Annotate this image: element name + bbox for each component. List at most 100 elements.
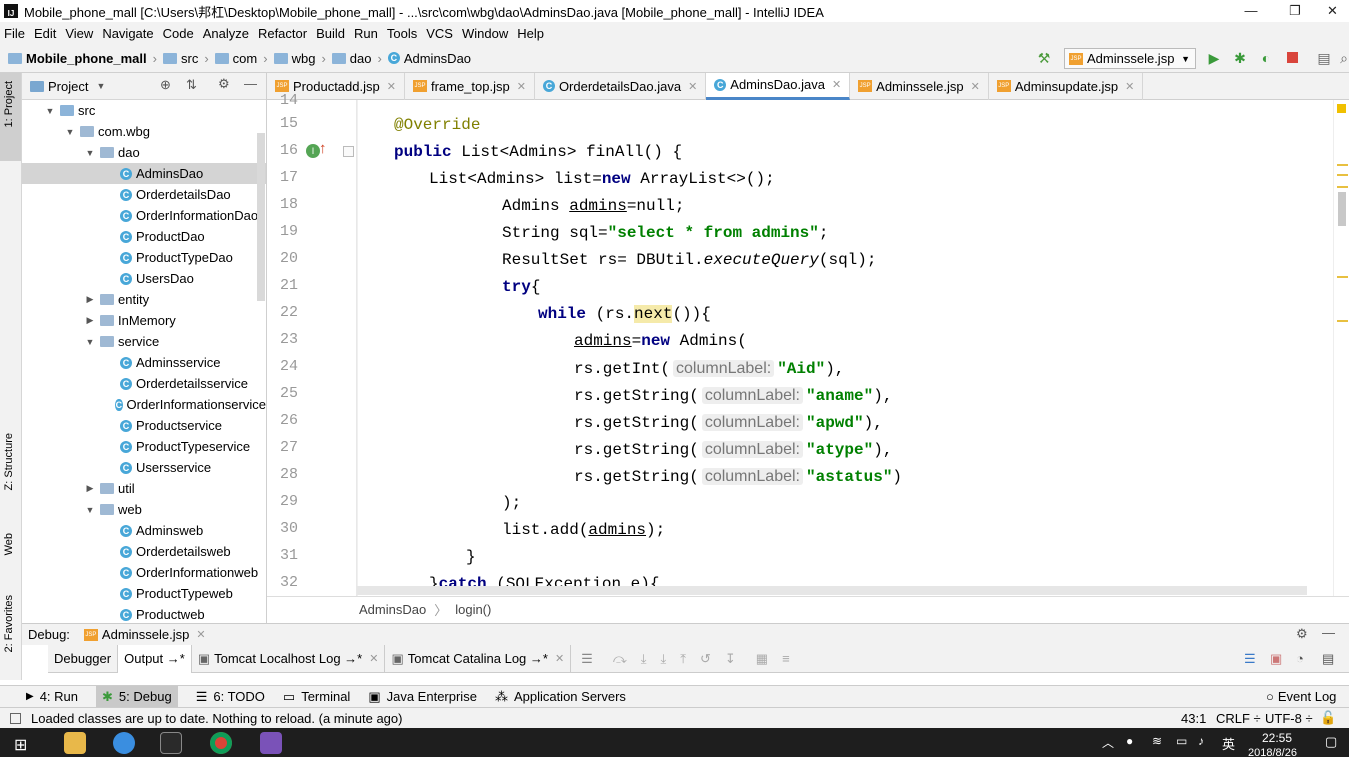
gear-icon[interactable]: ⚙ (1296, 626, 1308, 642)
breadcrumb-com[interactable]: com (214, 51, 257, 66)
evaluate-icon[interactable]: ▦ (756, 651, 768, 667)
tab-adminsdao-java[interactable]: C AdminsDao.java ✕ (706, 72, 851, 100)
application-servers-tool-button[interactable]: ⁂ Application Servers (495, 689, 626, 705)
stop-icon[interactable] (1284, 50, 1300, 66)
expanded-arrow-icon[interactable]: ▼ (84, 337, 96, 347)
close-tab-icon[interactable]: ✕ (1125, 80, 1134, 93)
tree-item[interactable]: C Adminsweb (22, 520, 266, 541)
file-encoding[interactable]: UTF-8 ÷ (1265, 711, 1313, 726)
chevron-up-icon[interactable]: ︿ (1102, 734, 1114, 751)
tree-item[interactable]: C Usersservice (22, 457, 266, 478)
collapsed-arrow-icon[interactable]: ▶ (84, 483, 96, 494)
tab-debugger[interactable]: Debugger (48, 644, 119, 673)
tree-item[interactable]: C OrderInformationservice (22, 394, 266, 415)
run-configuration-select[interactable]: JSP Adminssele.jsp ▼ (1064, 48, 1196, 69)
tree-item[interactable]: C ProductTypeweb (22, 583, 266, 604)
force-step-into-icon[interactable]: ⤓ (660, 651, 666, 667)
code-editor[interactable]: @Override public List<Admins> finAll() {… (357, 100, 1333, 596)
menu-analyze[interactable]: Analyze (203, 26, 249, 41)
event-log-button[interactable]: ○ Event Log (1266, 689, 1336, 704)
hide-panel-icon[interactable]: — (244, 76, 257, 91)
close-tab-icon[interactable]: ✕ (517, 80, 526, 93)
search-icon[interactable]: ⌕ (1339, 50, 1349, 66)
close-tab-icon[interactable]: ✕ (387, 80, 396, 93)
tree-item[interactable]: C Orderdetailsservice (22, 373, 266, 394)
menu-vcs[interactable]: VCS (426, 26, 453, 41)
tree-item[interactable]: C Productservice (22, 415, 266, 436)
breadcrumb-adminsdao[interactable]: C AdminsDao (387, 51, 471, 66)
settings-icon[interactable]: ▣ (1270, 651, 1282, 667)
override-arrow-icon[interactable]: ↑ (319, 140, 327, 157)
app-icon[interactable] (260, 732, 282, 754)
fold-icon[interactable] (343, 146, 354, 157)
tree-scrollbar[interactable] (257, 133, 265, 301)
favorites-tool-label[interactable]: 2: Favorites (3, 595, 15, 652)
browser-icon[interactable] (113, 732, 135, 754)
tab-frame-top-jsp[interactable]: JSP frame_top.jsp ✕ (405, 72, 535, 100)
horizontal-scrollbar[interactable] (357, 586, 1307, 595)
tree-item[interactable]: ▼ web (22, 499, 266, 520)
locate-target-icon[interactable]: ⊕ (160, 77, 171, 93)
trace-icon[interactable]: ≡ (782, 651, 790, 666)
collapse-all-icon[interactable]: ⇅ (186, 77, 197, 93)
tree-item[interactable]: C OrderInformationweb (22, 562, 266, 583)
hide-panel-icon[interactable]: — (1322, 625, 1335, 640)
expanded-arrow-icon[interactable]: ▼ (84, 148, 96, 158)
debug-bug-icon[interactable]: ✱ (1232, 50, 1248, 66)
step-out-icon[interactable]: ⤒ (680, 651, 686, 667)
tab-orderdetailsdao-java[interactable]: C OrderdetailsDao.java ✕ (535, 72, 707, 100)
cursor-position[interactable]: 43:1 (1181, 711, 1206, 726)
intellij-taskbar-icon[interactable] (160, 732, 182, 754)
qq-tray-icon[interactable]: ● (1126, 734, 1133, 748)
tree-item[interactable]: C ProductTypeDao (22, 247, 266, 268)
lock-icon[interactable]: 🔓 (1320, 710, 1336, 726)
tree-item[interactable]: C ProductDao (22, 226, 266, 247)
frames-icon[interactable]: ☰ (581, 651, 593, 667)
crumb-class[interactable]: AdminsDao (359, 602, 426, 617)
breadcrumb-wbg[interactable]: wbg (273, 51, 315, 66)
menu-window[interactable]: Window (462, 26, 508, 41)
close-tab-icon[interactable]: ✕ (555, 652, 564, 665)
debug-tool-button[interactable]: ✱ 5: Debug (96, 685, 178, 708)
menu-refactor[interactable]: Refactor (258, 26, 307, 41)
battery-icon[interactable]: ▭ (1176, 734, 1187, 748)
clock-date[interactable]: 2018/8/26 (1248, 747, 1297, 757)
line-separator[interactable]: CRLF ÷ (1216, 711, 1261, 726)
chrome-icon[interactable] (210, 732, 232, 754)
run-with-coverage-icon[interactable]: ◐ (1258, 50, 1274, 66)
menu-code[interactable]: Code (163, 26, 194, 41)
breadcrumb-dao[interactable]: dao (331, 51, 371, 66)
project-view-select[interactable]: Project (48, 79, 88, 94)
editor-gutter[interactable]: 14 15 16 17 18 19 20 21 22 23 24 25 26 2… (267, 92, 357, 596)
java-enterprise-tool-button[interactable]: ▣ Java Enterprise (368, 689, 477, 705)
tree-item[interactable]: ▼ service (22, 331, 266, 352)
menu-file[interactable]: File (4, 26, 25, 41)
menu-tools[interactable]: Tools (387, 26, 417, 41)
run-to-cursor-icon[interactable]: ↧ (725, 651, 736, 667)
status-message[interactable]: Loaded classes are up to date. Nothing t… (31, 711, 402, 726)
tree-item[interactable]: ▼ dao (22, 142, 266, 163)
tab-adminssele-jsp[interactable]: JSP Adminssele.jsp ✕ (850, 72, 989, 100)
tree-item[interactable]: C Productweb (22, 604, 266, 625)
tree-item[interactable]: ▼ src (22, 100, 266, 121)
tree-item[interactable]: C AdminsDao (22, 163, 266, 184)
minimize-button[interactable]: — (1228, 0, 1274, 22)
close-tab-icon[interactable]: ✕ (832, 78, 841, 91)
tree-item[interactable]: ▶ entity (22, 289, 266, 310)
close-window-button[interactable]: ✕ (1316, 0, 1349, 22)
drop-frame-icon[interactable]: ↺ (700, 651, 711, 667)
warning-indicator-icon[interactable] (1337, 104, 1346, 113)
tree-item[interactable]: ▼ com.wbg (22, 121, 266, 142)
tree-item[interactable]: C UsersDao (22, 268, 266, 289)
error-stripe[interactable] (1333, 100, 1349, 596)
debug-session-tab[interactable]: Adminssele.jsp (102, 627, 189, 642)
collapsed-arrow-icon[interactable]: ▶ (84, 315, 96, 326)
close-tab-icon[interactable]: ✕ (688, 80, 697, 93)
menu-help[interactable]: Help (517, 26, 544, 41)
tab-output[interactable]: Output →* (118, 644, 192, 673)
menu-view[interactable]: View (65, 26, 93, 41)
input-method-indicator[interactable]: 英 (1222, 734, 1235, 753)
breadcrumb-src[interactable]: src (162, 51, 198, 66)
menu-build[interactable]: Build (316, 26, 345, 41)
vertical-scrollbar[interactable] (1338, 192, 1346, 226)
